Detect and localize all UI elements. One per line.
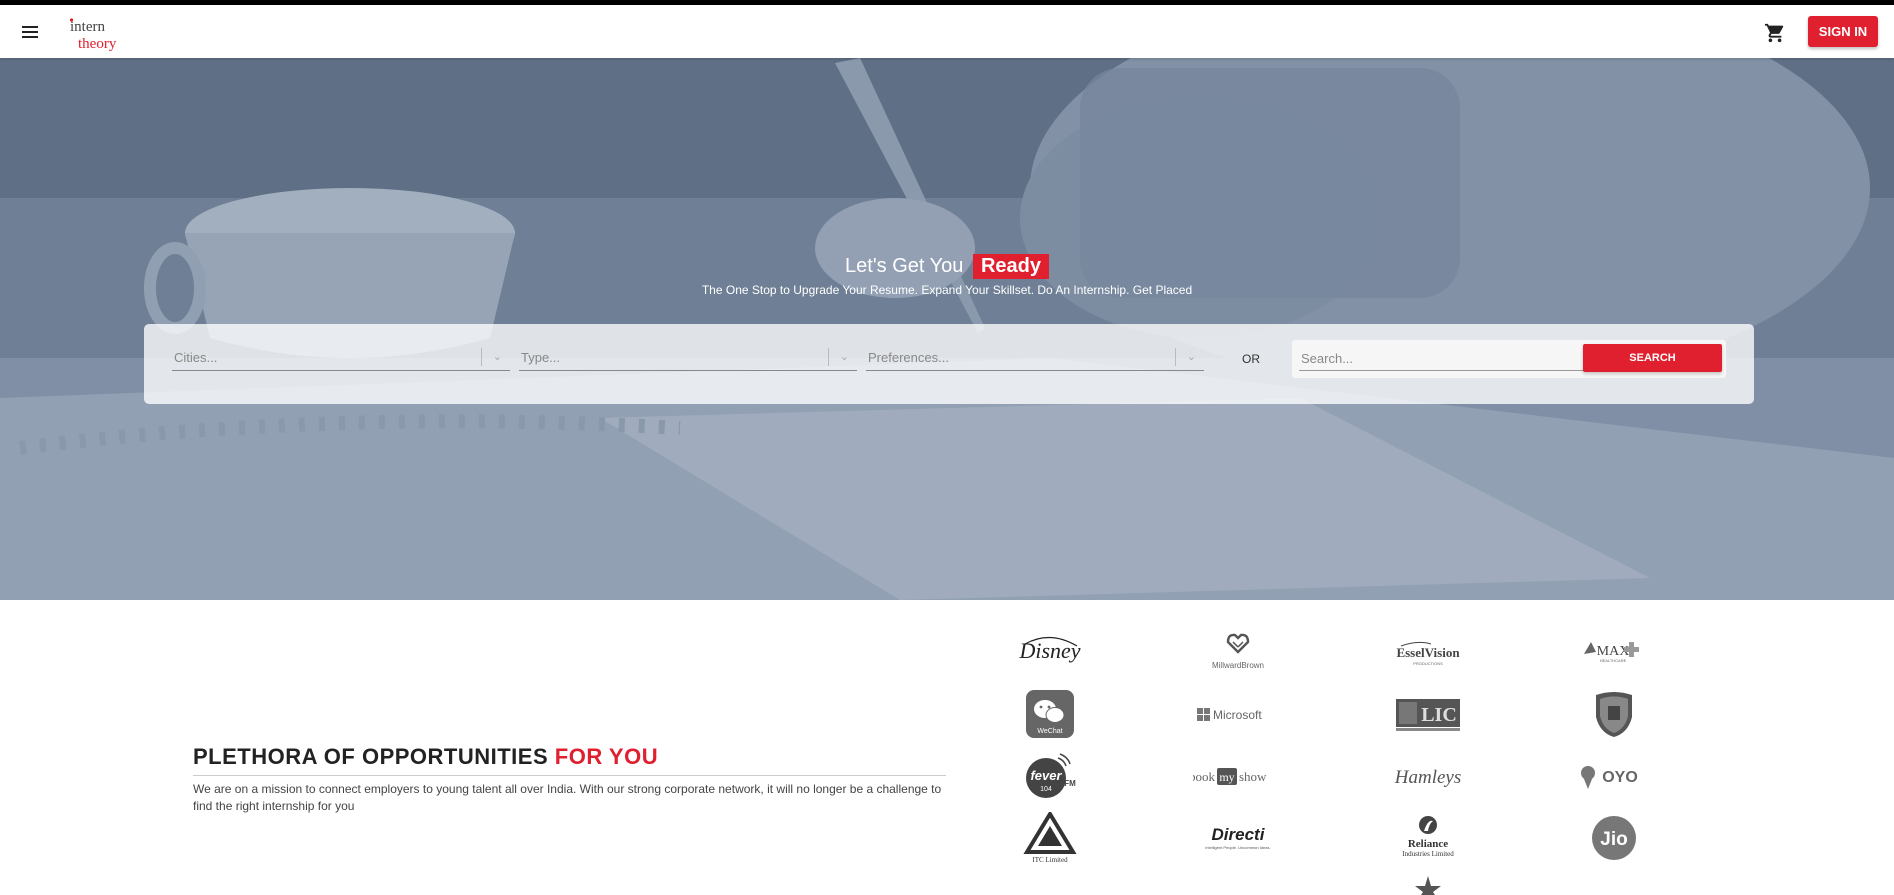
- search-panel: Cities... ⌄ Type... ⌄ Preferences... ⌄ O…: [144, 324, 1754, 404]
- chevron-down-icon[interactable]: ⌄: [493, 350, 502, 363]
- microsoft-logo: Microsoft: [1183, 688, 1293, 740]
- directi-logo: Directi intelligent People. Uncommon Idea…: [1183, 812, 1293, 864]
- keyword-search: SEARCH: [1292, 340, 1726, 378]
- svg-text:MillwardBrown: MillwardBrown: [1212, 661, 1264, 670]
- svg-text:ITC Limited: ITC Limited: [1032, 856, 1068, 864]
- lic-logo: LIC: [1373, 688, 1483, 740]
- partner-logo-partial: [1373, 874, 1483, 895]
- chevron-down-icon[interactable]: ⌄: [840, 350, 849, 363]
- preferences-placeholder: Preferences...: [868, 350, 949, 365]
- bookmyshow-logo: bookmyshow: [1183, 750, 1293, 802]
- jio-logo: Jio: [1559, 812, 1669, 864]
- cities-select[interactable]: Cities... ⌄: [172, 346, 510, 371]
- svg-text:HEALTHCARE: HEALTHCARE: [1600, 658, 1627, 663]
- type-select[interactable]: Type... ⌄: [519, 346, 857, 371]
- svg-text:intelligent People. Uncommon I: intelligent People. Uncommon Ideas.: [1205, 845, 1270, 850]
- svg-text:fever: fever: [1030, 768, 1062, 783]
- essel-vision-logo: EsselVision PRODUCTIONS: [1373, 626, 1483, 678]
- millward-brown-logo: MillwardBrown: [1183, 626, 1293, 678]
- svg-text:Jio: Jio: [1600, 829, 1627, 850]
- hero-title: Let's Get You Ready: [0, 254, 1894, 279]
- section-heading: PLETHORA OF OPPORTUNITIES FOR YOU: [193, 744, 658, 770]
- svg-text:intern: intern: [70, 19, 105, 35]
- section-heading-highlight: FOR YOU: [554, 744, 659, 769]
- svg-text:Directi: Directi: [1212, 825, 1266, 844]
- svg-text:Industries Limited: Industries Limited: [1402, 850, 1454, 858]
- top-navbar: intern theory SIGN IN: [0, 5, 1894, 58]
- section-heading-main: PLETHORA OF OPPORTUNITIES: [193, 744, 549, 769]
- or-label: OR: [1242, 352, 1260, 366]
- preferences-select[interactable]: Preferences... ⌄: [866, 346, 1204, 371]
- search-button[interactable]: SEARCH: [1583, 344, 1722, 372]
- section-divider: [193, 775, 946, 776]
- itc-logo: ITC Limited: [995, 812, 1105, 864]
- sign-in-button[interactable]: SIGN IN: [1808, 16, 1878, 47]
- type-placeholder: Type...: [521, 350, 561, 365]
- svg-text:OYO: OYO: [1602, 769, 1638, 786]
- hero-title-highlight: Ready: [972, 254, 1049, 279]
- select-separator: [481, 348, 482, 366]
- porsche-logo: [1559, 688, 1669, 740]
- select-separator: [1175, 348, 1176, 366]
- svg-text:Microsoft: Microsoft: [1213, 708, 1262, 722]
- svg-text:EsselVision: EsselVision: [1396, 645, 1460, 660]
- svg-text:show: show: [1239, 769, 1267, 784]
- svg-text:Hamleys: Hamleys: [1394, 767, 1461, 788]
- max-healthcare-logo: MAX HEALTHCARE: [1559, 626, 1669, 678]
- svg-text:FM: FM: [1064, 779, 1076, 788]
- svg-text:PRODUCTIONS: PRODUCTIONS: [1413, 661, 1443, 666]
- section-description: We are on a mission to connect employers…: [193, 782, 942, 813]
- shopping-cart-icon[interactable]: [1764, 22, 1786, 44]
- svg-text:book: book: [1193, 769, 1216, 784]
- svg-text:Disney: Disney: [1018, 638, 1080, 663]
- svg-text:my: my: [1219, 770, 1234, 784]
- svg-text:Reliance: Reliance: [1408, 838, 1448, 850]
- svg-text:104: 104: [1040, 786, 1052, 793]
- hamburger-menu-icon[interactable]: [18, 23, 42, 41]
- fever-fm-logo: fever 104 FM: [995, 750, 1105, 802]
- svg-text:LIC: LIC: [1421, 704, 1457, 726]
- search-input[interactable]: [1299, 346, 1585, 371]
- svg-text:theory: theory: [78, 36, 117, 52]
- wechat-logo: WeChat: [995, 688, 1105, 740]
- hero-title-text: Let's Get You: [845, 255, 964, 277]
- hero-banner: Let's Get You Ready The One Stop to Upgr…: [0, 58, 1894, 600]
- chevron-down-icon[interactable]: ⌄: [1187, 350, 1196, 363]
- svg-text:WeChat: WeChat: [1037, 728, 1062, 735]
- select-separator: [828, 348, 829, 366]
- oyo-logo: OYO: [1559, 750, 1669, 802]
- reliance-logo: Reliance Industries Limited: [1373, 812, 1483, 864]
- intern-theory-logo[interactable]: intern theory: [68, 13, 138, 53]
- disney-logo: Disney: [995, 626, 1105, 678]
- hero-subtitle: The One Stop to Upgrade Your Resume. Exp…: [701, 283, 1193, 297]
- hamleys-logo: Hamleys: [1373, 750, 1483, 802]
- cities-placeholder: Cities...: [174, 350, 218, 365]
